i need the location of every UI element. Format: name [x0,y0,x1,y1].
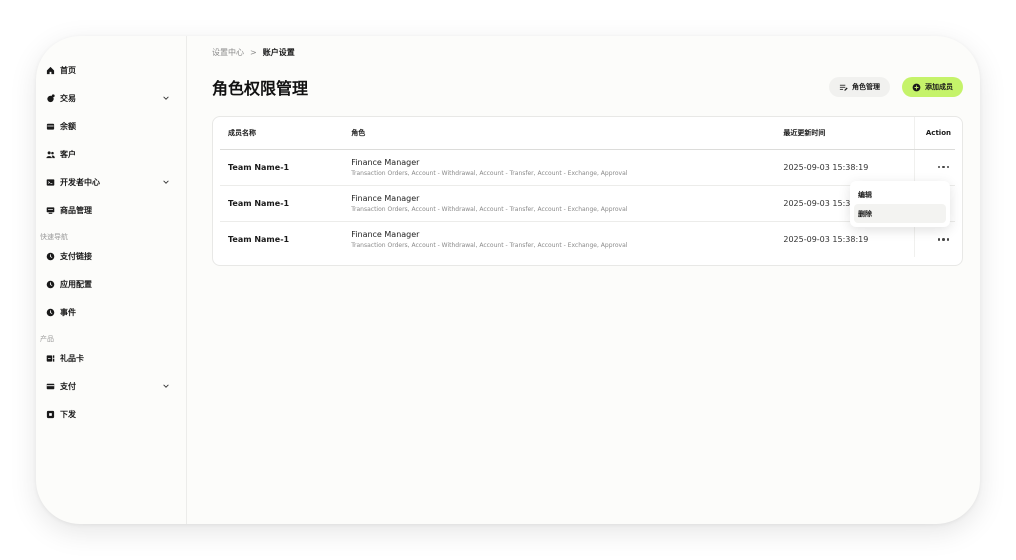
chevron-down-icon[interactable] [162,178,170,186]
row-actions-menu: 编辑 删除 [850,181,950,227]
breadcrumb-current: 账户设置 [262,47,295,57]
role-permissions: Transaction Orders, Account - Withdrawal… [351,205,628,213]
list-edit-icon [839,83,848,92]
member-name: Team Name-1 [228,162,290,172]
transaction-icon [46,93,55,103]
users-icon [46,150,55,159]
wallet-icon [46,122,55,131]
app-window: 首页 交易 余额 客户 开发者中心 商品管理 快速导航 支付链接 应用配置 事件… [36,36,980,524]
plus-circle-icon [912,83,921,92]
table-row: Team Name-1 Finance Manager Transaction … [220,185,955,222]
card-icon [46,382,55,391]
sidebar-item-events[interactable]: 事件 [36,298,186,326]
chevron-down-icon[interactable] [162,94,170,102]
role-permissions: Transaction Orders, Account - Withdrawal… [351,169,628,177]
menu-item-delete[interactable]: 删除 [854,204,946,223]
sidebar-item-payout[interactable]: 下发 [36,400,186,428]
sidebar-item-app-config[interactable]: 应用配置 [36,270,186,298]
clock-icon [46,280,55,289]
sidebar-item-label: 余额 [60,121,76,131]
sidebar-item-payments[interactable]: 支付 [36,372,186,400]
role-manage-button[interactable]: 角色管理 [829,77,890,97]
member-name: Team Name-1 [228,234,290,244]
header-action: Action [914,117,955,150]
gift-card-icon [46,354,55,363]
breadcrumb-separator: > [250,47,257,57]
table-header-row: 成员名称 角色 最近更新时间 Action [220,117,955,150]
section-label-quick-nav: 快速导航 [40,233,68,241]
breadcrumb: 设置中心 > 账户设置 [212,46,963,58]
members-table: 成员名称 角色 最近更新时间 Action Team Name-1 Financ… [220,117,955,257]
sidebar-item-label: 礼品卡 [60,353,84,363]
menu-item-edit[interactable]: 编辑 [854,185,946,204]
sidebar-item-gift-card[interactable]: 礼品卡 [36,344,186,372]
sidebar-item-customers[interactable]: 客户 [36,140,186,168]
sidebar-item-products[interactable]: 商品管理 [36,196,186,224]
role-permissions: Transaction Orders, Account - Withdrawal… [351,241,628,249]
role-name: Finance Manager [351,157,420,167]
sidebar-item-label: 支付链接 [60,251,92,261]
more-actions-icon[interactable] [936,234,952,245]
sidebar-item-transactions[interactable]: 交易 [36,84,186,112]
sidebar-item-payment-links[interactable]: 支付链接 [36,242,186,270]
sidebar-item-developer[interactable]: 开发者中心 [36,168,186,196]
add-member-button[interactable]: 添加成员 [902,77,963,97]
sidebar-item-label: 客户 [60,149,76,159]
member-name: Team Name-1 [228,198,290,208]
payout-icon [46,410,55,419]
sidebar-item-home[interactable]: 首页 [36,56,186,84]
more-actions-icon[interactable] [936,162,952,173]
role-name: Finance Manager [351,193,420,203]
updated-time: 2025-09-03 15:38:19 [783,234,869,244]
chevron-down-icon[interactable] [162,382,170,390]
members-table-card: 成员名称 角色 最近更新时间 Action Team Name-1 Financ… [212,116,963,266]
add-member-label: 添加成员 [925,83,953,91]
sidebar-item-label: 商品管理 [60,205,92,215]
sidebar-item-label: 交易 [60,93,76,103]
terminal-icon [46,178,55,187]
clock-icon [46,308,55,317]
main-content: 设置中心 > 账户设置 角色权限管理 角色管理 添加成员 成员名称 角色 最近更… [187,36,980,524]
header-member-name: 成员名称 [220,117,352,150]
header-actions: 角色管理 添加成员 [829,77,963,97]
sidebar-item-label: 支付 [60,381,76,391]
clock-icon [46,252,55,261]
sidebar-item-balance[interactable]: 余额 [36,112,186,140]
sidebar-item-label: 下发 [60,409,76,419]
table-row: Team Name-1 Finance Manager Transaction … [220,149,955,186]
sidebar-item-label: 应用配置 [60,279,92,289]
sidebar-item-label: 开发者中心 [60,177,100,187]
header-role: 角色 [351,117,784,150]
section-label-products: 产品 [40,335,54,343]
page-title: 角色权限管理 [212,79,309,98]
updated-time: 2025-09-03 15:38:19 [783,162,869,172]
breadcrumb-parent[interactable]: 设置中心 [212,47,244,58]
header-updated-time: 最近更新时间 [783,117,915,150]
role-name: Finance Manager [351,229,420,239]
sidebar-item-label: 事件 [60,307,76,317]
sidebar: 首页 交易 余额 客户 开发者中心 商品管理 快速导航 支付链接 应用配置 事件… [36,36,187,524]
sidebar-item-label: 首页 [60,65,76,75]
home-icon [46,66,55,75]
role-manage-label: 角色管理 [852,83,880,91]
table-row: Team Name-1 Finance Manager Transaction … [220,221,955,257]
product-icon [46,206,55,215]
title-row: 角色权限管理 角色管理 添加成员 [212,76,963,98]
